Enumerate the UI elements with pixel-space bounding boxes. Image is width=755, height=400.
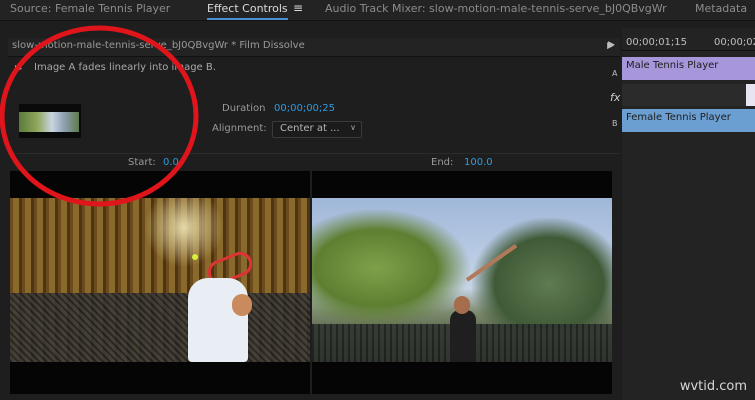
effect-controls-header: slow-motion-male-tennis-serve_bJ0QBvgWr … [8, 38, 620, 57]
alignment-label: Alignment: [212, 123, 267, 134]
timecode-2: 00;00;02 [714, 37, 755, 48]
tab-metadata[interactable]: Metadata [695, 2, 747, 16]
tab-audio-track-mixer[interactable]: Audio Track Mixer: slow-motion-male-tenn… [325, 2, 667, 16]
male-tennis-player-image [10, 198, 310, 362]
trees-left [312, 208, 472, 328]
panel-menu-icon[interactable]: ≡ [293, 1, 303, 15]
track-a-label: A [612, 69, 618, 78]
tab-effect-controls[interactable]: Effect Controls [207, 2, 288, 20]
start-label: Start: [128, 157, 156, 168]
fx-icon: fx [610, 91, 621, 104]
clip-a-label: Male Tennis Player [626, 60, 719, 71]
tab-effect-controls-label: Effect Controls [207, 2, 288, 15]
fence [10, 293, 310, 362]
preview-frame-b [312, 171, 612, 394]
thumbnail-preview-image [19, 112, 79, 132]
alignment-dropdown[interactable]: Center at ... ∨ [272, 121, 362, 138]
transition-strip[interactable] [622, 84, 755, 106]
preview-frame-a [10, 171, 310, 394]
end-value[interactable]: 100.0 [464, 157, 493, 168]
section-divider [8, 153, 620, 154]
play-triangle-icon[interactable]: ▶ [15, 64, 22, 74]
clip-a[interactable]: Male Tennis Player [622, 57, 755, 80]
end-label: End: [431, 157, 454, 168]
effect-controls-title: slow-motion-male-tennis-serve_bJ0QBvgWr … [12, 40, 305, 51]
ruler-arrow-icon[interactable]: ▶ [608, 40, 615, 50]
transition-thumbnail [19, 104, 81, 138]
tennis-ball [192, 254, 198, 260]
female-tennis-player-image [312, 198, 612, 362]
clip-b[interactable]: Female Tennis Player [622, 109, 755, 132]
clip-b-label: Female Tennis Player [626, 112, 731, 123]
transition-description: Image A fades linearly into image B. [34, 62, 216, 73]
male-player-head [232, 294, 252, 316]
duration-label: Duration [222, 103, 266, 114]
female-player-head [454, 296, 470, 314]
transition-handle[interactable] [746, 84, 755, 106]
start-value[interactable]: 0.0 [163, 157, 179, 168]
watermark: wvtid.com [679, 379, 747, 394]
track-b-label: B [612, 119, 618, 128]
trees-right [472, 218, 612, 328]
alignment-value: Center at ... [280, 123, 340, 134]
dropdown-chevron-icon: ∨ [350, 123, 356, 132]
active-tab-indicator [207, 18, 288, 20]
female-player-body [450, 310, 476, 362]
duration-value[interactable]: 00;00;00;25 [274, 103, 335, 114]
effect-controls-panel: slow-motion-male-tennis-serve_bJ0QBvgWr … [8, 38, 620, 400]
male-player-body [188, 278, 248, 362]
tab-source[interactable]: Source: Female Tennis Player [10, 2, 170, 16]
transition-timeline: 00;00;01;15 00;00;02 Male Tennis Player … [622, 28, 755, 400]
timecode-1: 00;00;01;15 [626, 37, 688, 48]
time-ruler[interactable]: 00;00;01;15 00;00;02 [622, 28, 755, 51]
panel-tab-bar: Source: Female Tennis Player Effect Cont… [0, 0, 755, 21]
